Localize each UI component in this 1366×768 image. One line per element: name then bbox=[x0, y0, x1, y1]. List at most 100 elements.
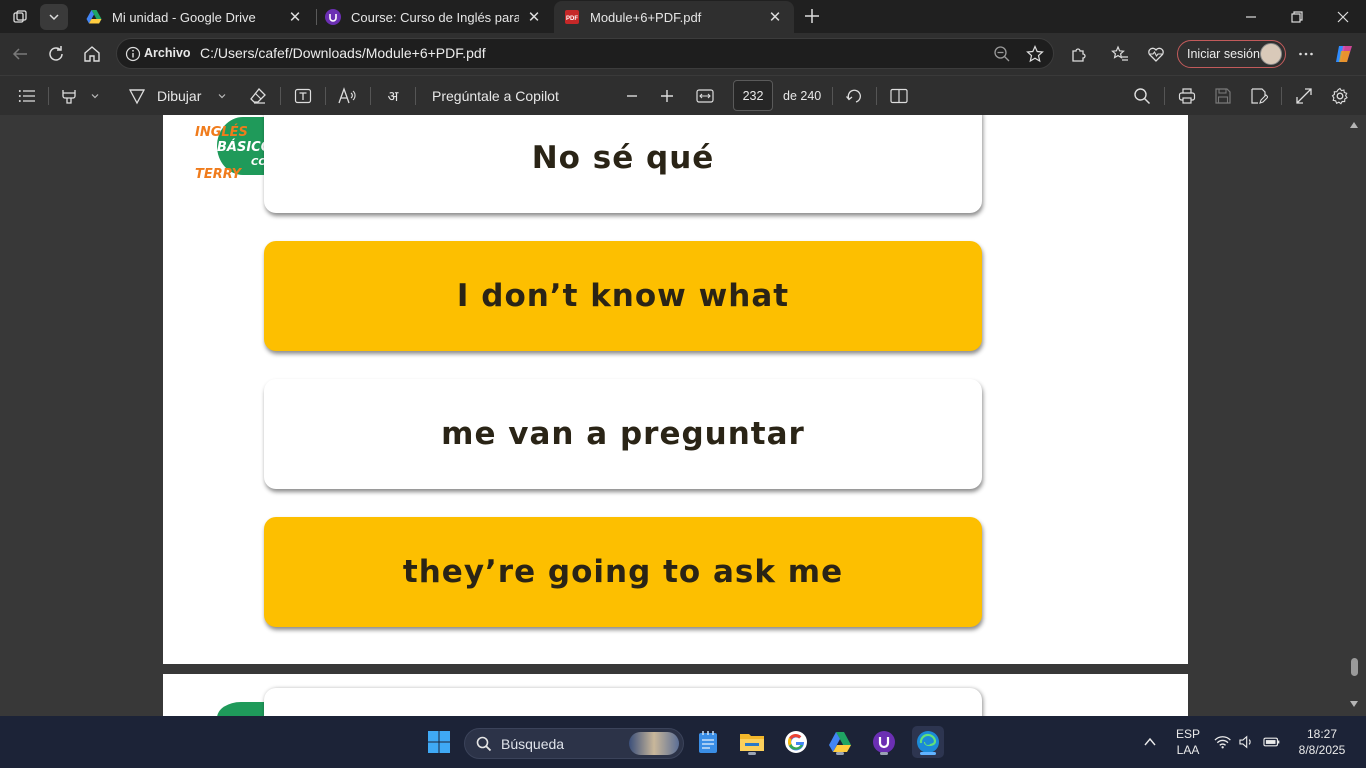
minimize-button[interactable] bbox=[1228, 0, 1274, 33]
running-indicator bbox=[836, 752, 844, 755]
close-tab-icon[interactable]: ✕ bbox=[525, 8, 543, 26]
pdf-viewer[interactable]: INGLÉS BÁSICO CO TERRY No sé qué I don’t… bbox=[0, 115, 1366, 716]
google-drive-icon bbox=[86, 10, 102, 24]
rotate-button[interactable] bbox=[843, 84, 865, 108]
close-icon bbox=[1337, 11, 1349, 22]
minus-icon bbox=[627, 95, 637, 97]
back-button[interactable] bbox=[5, 39, 35, 69]
show-hidden-icons-button[interactable] bbox=[1140, 716, 1160, 768]
zoom-out-icon[interactable] bbox=[993, 45, 1011, 63]
refresh-button[interactable] bbox=[41, 39, 71, 69]
save-icon bbox=[1215, 88, 1231, 104]
close-window-button[interactable] bbox=[1320, 0, 1366, 33]
fit-width-button[interactable] bbox=[694, 84, 716, 108]
settings-more-button[interactable] bbox=[1291, 39, 1321, 69]
tab-actions bbox=[6, 4, 68, 30]
copilot-button[interactable] bbox=[1329, 39, 1359, 69]
udemy-icon bbox=[873, 731, 895, 753]
udemy-icon bbox=[325, 9, 341, 25]
restore-button[interactable] bbox=[1274, 0, 1320, 33]
quick-settings[interactable] bbox=[1214, 716, 1280, 768]
pdf-settings-button[interactable] bbox=[1329, 84, 1351, 108]
phrase-card: No sé qué bbox=[264, 115, 982, 213]
google-drive-icon bbox=[829, 732, 851, 752]
tab-title: Mi unidad - Google Drive bbox=[112, 9, 256, 25]
draw-button[interactable]: Dibujar bbox=[157, 84, 201, 108]
taskbar-notepad[interactable] bbox=[692, 726, 724, 758]
save-as-button[interactable] bbox=[1248, 84, 1270, 108]
new-tab-button[interactable] bbox=[800, 4, 824, 28]
eraser-icon bbox=[250, 88, 266, 104]
phrase-card: they’re going to ask me bbox=[264, 517, 982, 627]
tab-actions-menu-chevron-icon[interactable] bbox=[40, 4, 68, 30]
home-button[interactable] bbox=[77, 39, 107, 69]
draw-pen-icon[interactable] bbox=[126, 84, 148, 108]
input-language[interactable]: ESP LAA bbox=[1170, 716, 1206, 768]
address-bar[interactable]: Archivo C:/Users/cafef/Downloads/Module+… bbox=[116, 38, 1054, 69]
page-view-button[interactable] bbox=[888, 84, 910, 108]
refresh-icon bbox=[49, 46, 63, 61]
plus-icon bbox=[661, 90, 673, 102]
scroll-up-icon[interactable] bbox=[1349, 121, 1359, 129]
page-number-input[interactable]: 232 bbox=[733, 80, 773, 111]
read-aloud-button[interactable] bbox=[337, 84, 359, 108]
ask-copilot-button[interactable]: Pregúntale a Copilot bbox=[432, 84, 559, 108]
add-text-button[interactable] bbox=[292, 84, 314, 108]
close-tab-icon[interactable]: ✕ bbox=[286, 8, 304, 26]
print-button[interactable] bbox=[1176, 84, 1198, 108]
favorite-star-icon[interactable] bbox=[1026, 45, 1044, 63]
logo-text-line4: TERRY bbox=[195, 167, 241, 182]
tab-google-drive[interactable]: Mi unidad - Google Drive ✕ bbox=[76, 1, 314, 33]
tab-course[interactable]: Course: Curso de Inglés para principiant… bbox=[315, 1, 553, 33]
toolbar-divider bbox=[1281, 87, 1282, 105]
browser-essentials-button[interactable] bbox=[1141, 39, 1171, 69]
favorites-button[interactable] bbox=[1105, 39, 1135, 69]
notepad-icon bbox=[699, 731, 717, 753]
logo-text-line1: INGLÉS bbox=[195, 125, 248, 140]
taskbar-udemy[interactable] bbox=[868, 726, 900, 758]
tab-pdf[interactable]: PDF Module+6+PDF.pdf ✕ bbox=[554, 1, 794, 33]
close-tab-icon[interactable]: ✕ bbox=[766, 8, 784, 26]
zoom-out-button[interactable] bbox=[622, 84, 642, 108]
translate-button[interactable]: अ bbox=[382, 84, 404, 108]
zoom-in-button[interactable] bbox=[657, 84, 677, 108]
vertical-scrollbar[interactable] bbox=[1347, 115, 1361, 716]
start-button[interactable] bbox=[423, 726, 455, 758]
running-indicator bbox=[748, 752, 756, 755]
taskbar-google-drive[interactable] bbox=[824, 726, 856, 758]
taskbar-chrome[interactable] bbox=[780, 726, 812, 758]
scheme-label: Archivo bbox=[144, 46, 191, 60]
scroll-down-icon[interactable] bbox=[1349, 700, 1359, 708]
clock[interactable]: 18:27 8/8/2025 bbox=[1292, 716, 1352, 768]
toolbar-divider bbox=[832, 87, 833, 105]
taskbar-edge[interactable] bbox=[912, 726, 944, 758]
chevron-up-icon bbox=[1144, 737, 1156, 746]
workspaces-icon[interactable] bbox=[6, 4, 34, 30]
taskbar-search[interactable]: Búsqueda bbox=[464, 728, 684, 759]
avatar bbox=[1260, 43, 1282, 65]
scrollbar-thumb[interactable] bbox=[1351, 658, 1358, 676]
highlighter-icon bbox=[62, 90, 76, 104]
extensions-button[interactable] bbox=[1064, 39, 1094, 69]
eraser-button[interactable] bbox=[247, 84, 269, 108]
home-icon bbox=[84, 46, 100, 62]
highlight-options-chevron-icon[interactable] bbox=[88, 84, 102, 108]
url-text[interactable]: C:/Users/cafef/Downloads/Module+6+PDF.pd… bbox=[200, 45, 486, 61]
fullscreen-button[interactable] bbox=[1293, 84, 1315, 108]
total-pages: de 240 bbox=[783, 84, 821, 108]
copilot-icon bbox=[1336, 46, 1352, 62]
volume-icon bbox=[1239, 735, 1251, 749]
list-icon bbox=[18, 90, 35, 102]
taskbar-file-explorer[interactable] bbox=[736, 726, 768, 758]
contents-button[interactable] bbox=[16, 84, 38, 108]
save-button[interactable] bbox=[1212, 84, 1234, 108]
rotate-icon bbox=[846, 89, 861, 103]
windows-icon bbox=[428, 731, 450, 753]
find-button[interactable] bbox=[1131, 84, 1153, 108]
info-icon[interactable] bbox=[125, 46, 141, 62]
logo-green-shape bbox=[217, 702, 265, 716]
draw-options-chevron-icon[interactable] bbox=[215, 84, 229, 108]
signin-button[interactable]: Iniciar sesión bbox=[1177, 40, 1286, 68]
highlight-button[interactable] bbox=[58, 84, 80, 108]
favorites-list-icon bbox=[1111, 45, 1128, 61]
